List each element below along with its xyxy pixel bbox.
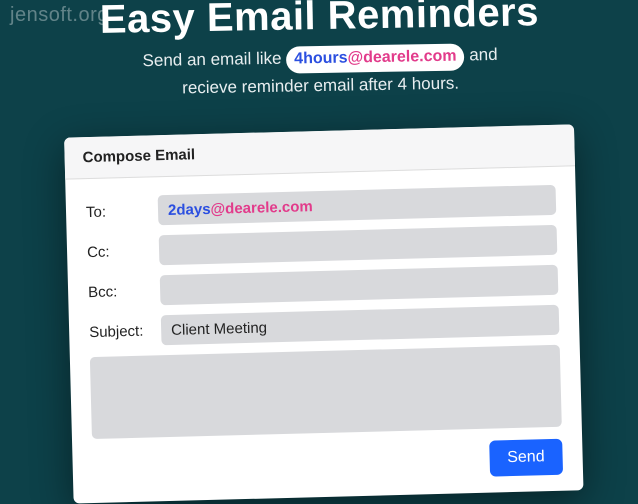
to-domain: @dearele.com <box>210 197 313 217</box>
row-body <box>90 344 562 438</box>
label-subject: Subject: <box>89 321 151 340</box>
subject-field[interactable]: Client Meeting <box>161 304 560 344</box>
send-button[interactable]: Send <box>489 438 563 476</box>
hero-subtitle: Send an email like 4hours@dearele.com an… <box>1 39 638 104</box>
pill-time: 4hours <box>294 50 348 68</box>
panel-body: To: 2days@dearele.com Cc: Bcc: Subject: … <box>65 166 583 503</box>
to-time: 2days <box>168 200 211 218</box>
row-to: To: 2days@dearele.com <box>86 184 557 226</box>
subtitle-pre: Send an email like <box>142 49 286 71</box>
compose-panel: Compose Email To: 2days@dearele.com Cc: … <box>64 124 583 503</box>
hero: Easy Email Reminders Send an email like … <box>0 0 638 104</box>
body-field[interactable] <box>90 344 562 438</box>
panel-footer: Send <box>92 438 563 486</box>
to-field[interactable]: 2days@dearele.com <box>158 184 557 224</box>
cc-field[interactable] <box>159 224 558 264</box>
label-bcc: Bcc: <box>88 281 150 300</box>
row-subject: Subject: Client Meeting <box>89 304 560 346</box>
pill-domain: @dearele.com <box>347 48 456 67</box>
subtitle-post: and <box>469 45 498 64</box>
panel-wrap: Compose Email To: 2days@dearele.com Cc: … <box>0 131 638 497</box>
bcc-field[interactable] <box>160 264 559 304</box>
label-cc: Cc: <box>87 241 149 260</box>
label-to: To: <box>86 202 148 221</box>
row-bcc: Bcc: <box>88 264 559 306</box>
row-cc: Cc: <box>87 224 558 266</box>
page-title: Easy Email Reminders <box>0 0 638 45</box>
example-email-pill: 4hours@dearele.com <box>286 43 465 73</box>
subtitle-line2: recieve reminder email after 4 hours. <box>182 74 459 98</box>
